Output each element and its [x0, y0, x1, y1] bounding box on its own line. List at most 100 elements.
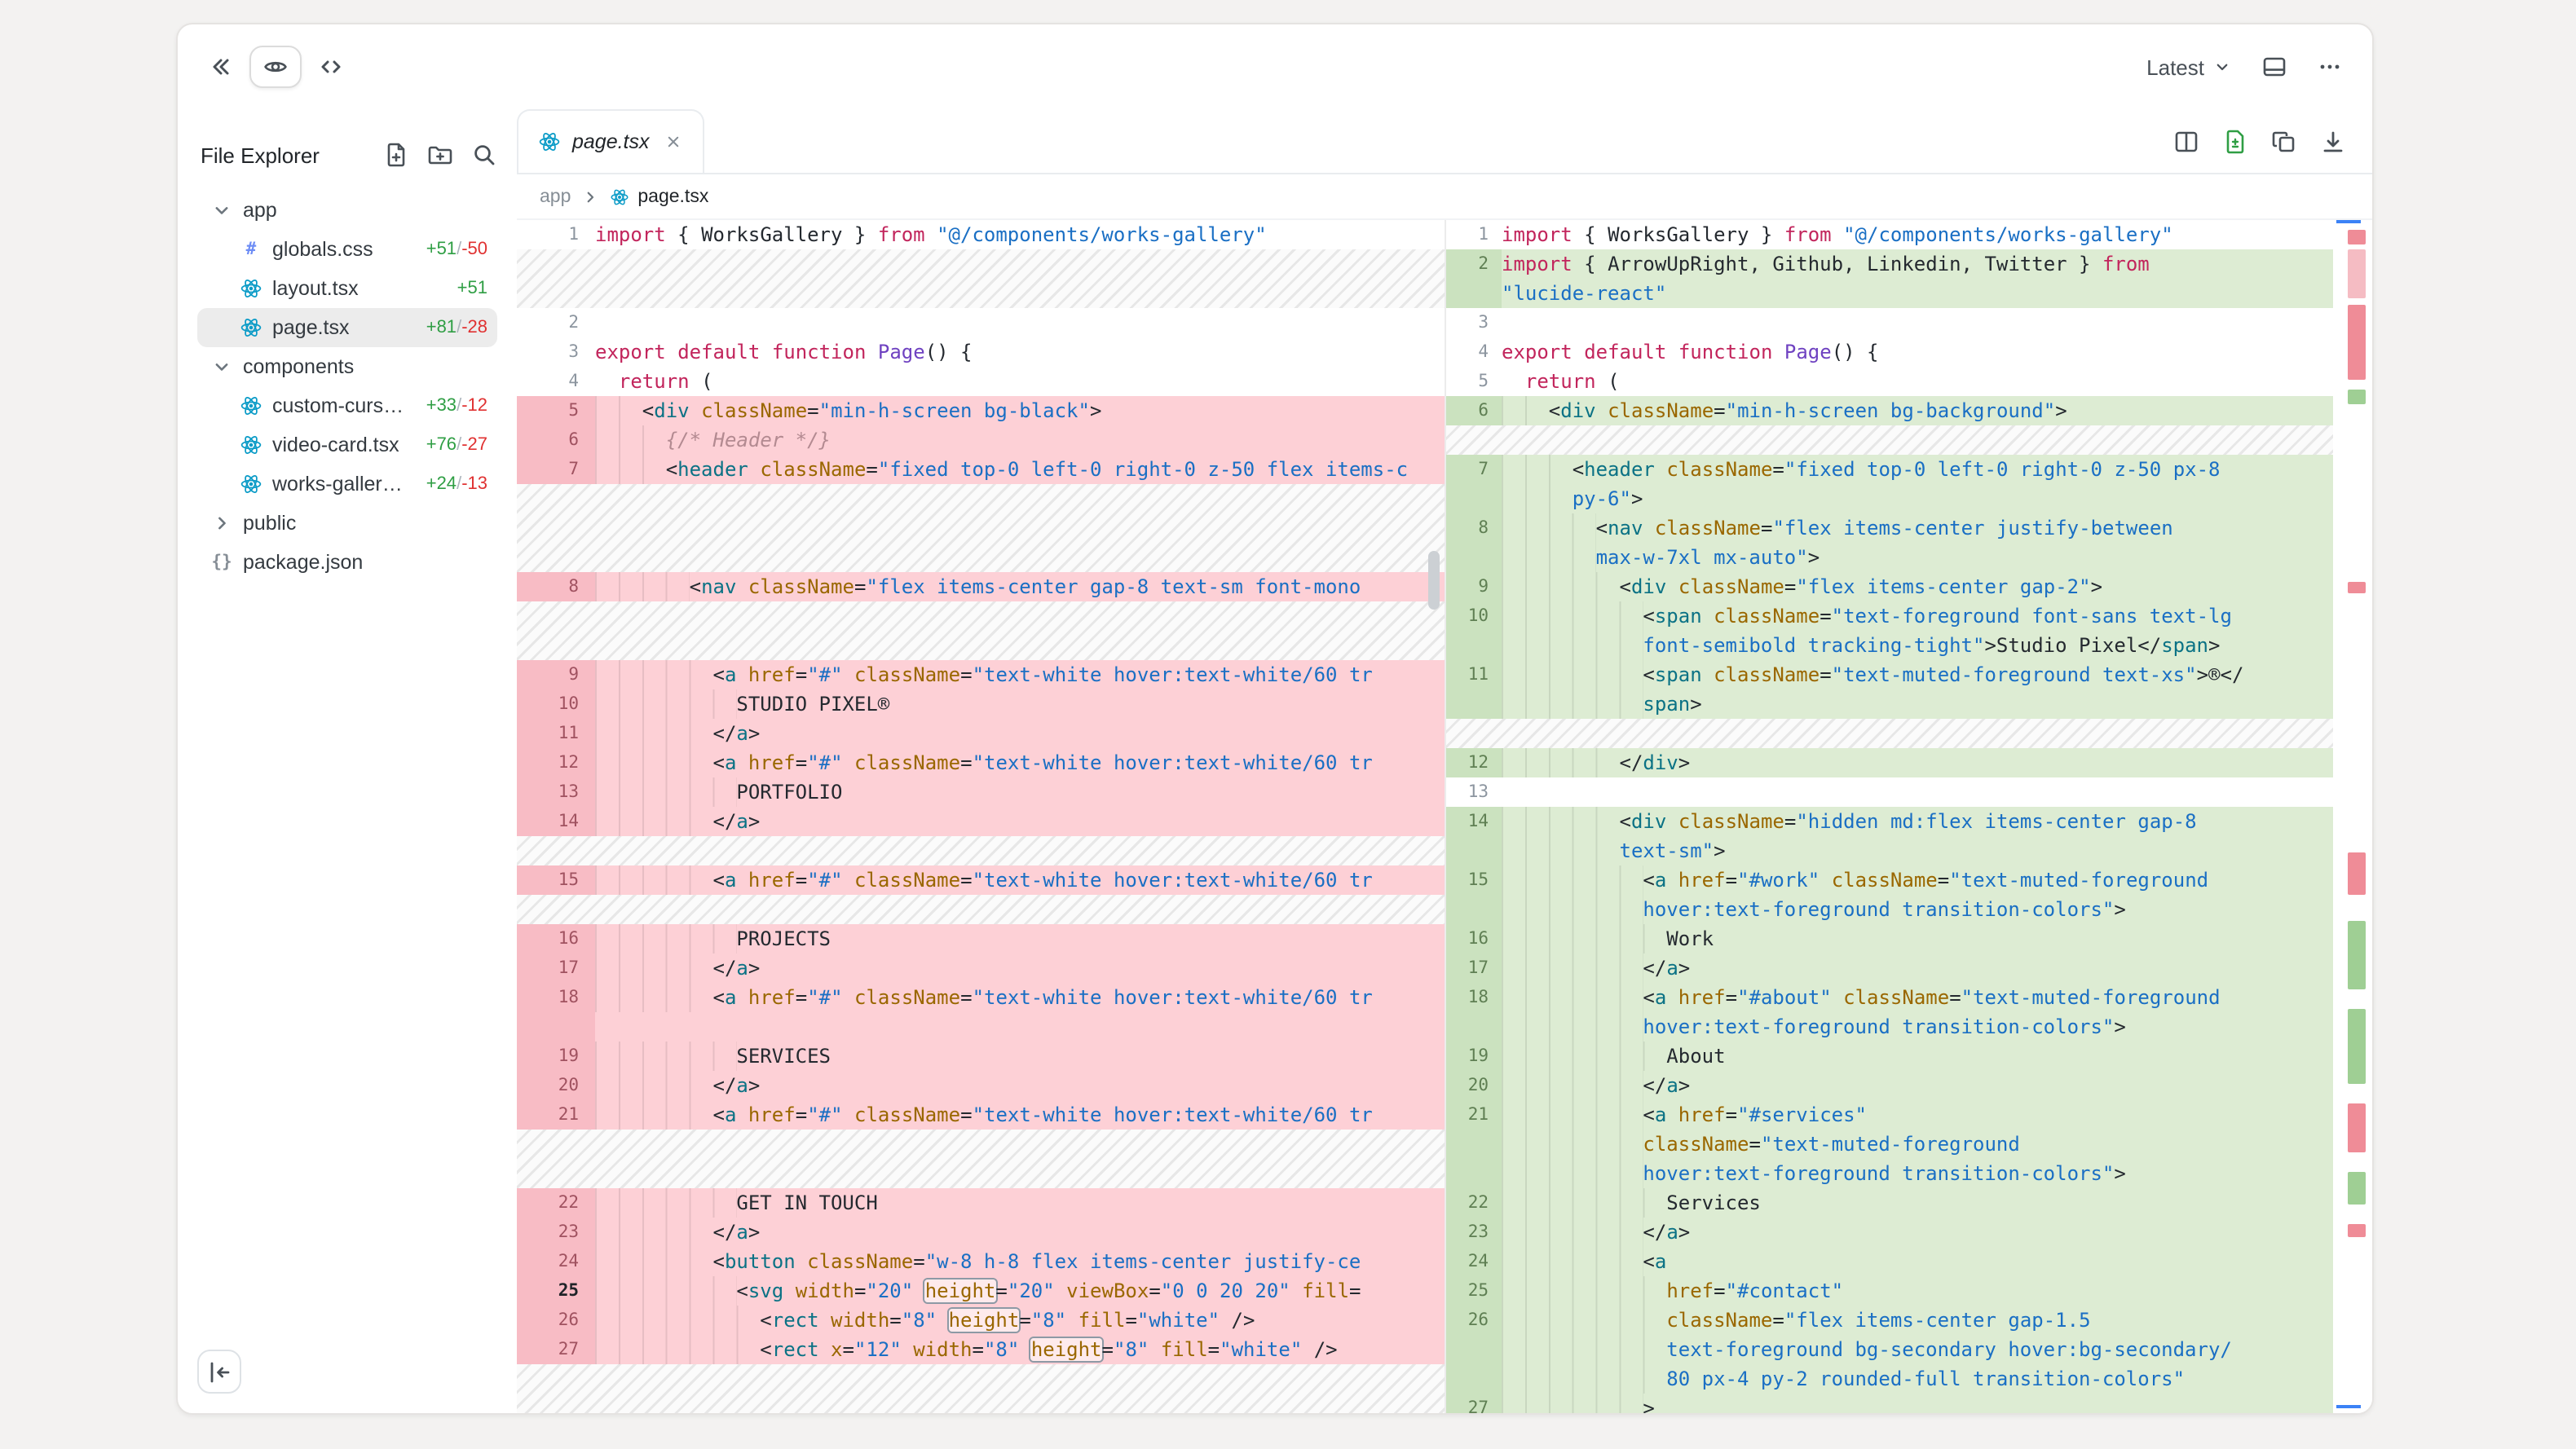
more-options-button[interactable] [2317, 54, 2343, 80]
code-line[interactable]: 22 GET IN TOUCH [517, 1188, 1445, 1218]
code-line[interactable]: 21 <a href="#" className="text-white hov… [517, 1100, 1445, 1130]
preview-toggle-button[interactable] [249, 46, 302, 88]
code-line[interactable]: "lucide-react" [1446, 279, 2333, 308]
code-line[interactable] [517, 1012, 1445, 1042]
file-item-page-tsx[interactable]: page.tsx+81/-28 [197, 308, 497, 347]
code-line[interactable]: 21 <a href="#services" [1446, 1100, 2333, 1130]
code-line[interactable]: 18 <a href="#about" className="text-mute… [1446, 983, 2333, 1012]
code-line[interactable]: span> [1446, 689, 2333, 719]
code-line[interactable]: font-semibold tracking-tight">Studio Pix… [1446, 631, 2333, 660]
code-line[interactable]: 3export default function Page() { [517, 337, 1445, 367]
code-line[interactable]: 19 About [1446, 1042, 2333, 1071]
file-item-works-galler-[interactable]: works-galler…+24/-13 [197, 465, 497, 504]
code-line[interactable]: 24 <a [1446, 1247, 2333, 1276]
code-line[interactable]: py-6"> [1446, 484, 2333, 513]
code-line[interactable]: 8 <nav className="flex items-center gap-… [517, 572, 1445, 601]
code-line[interactable]: 26 className="flex items-center gap-1.5 [1446, 1306, 2333, 1335]
code-line[interactable]: 15 <a href="#work" className="text-muted… [1446, 865, 2333, 895]
code-line[interactable]: 23 </a> [517, 1218, 1445, 1247]
collapse-panel-button[interactable] [207, 54, 233, 80]
code-line[interactable]: hover:text-foreground transition-colors"… [1446, 1159, 2333, 1188]
file-item-package-json[interactable]: {}package.json [197, 543, 497, 582]
download-file-button[interactable] [2320, 128, 2346, 154]
code-line[interactable]: 80 px-4 py-2 rounded-full transition-col… [1446, 1364, 2333, 1394]
folder-item-components[interactable]: components [197, 347, 497, 386]
code-line[interactable]: 8 <nav className="flex items-center just… [1446, 513, 2333, 543]
folder-item-public[interactable]: public [197, 504, 497, 543]
code-line[interactable]: 7 <header className="fixed top-0 left-0 … [517, 455, 1445, 484]
scrollbar-thumb[interactable] [1428, 551, 1440, 610]
code-line[interactable]: 26 <rect width="8" height="8" fill="whit… [517, 1306, 1445, 1335]
code-line[interactable]: 6 <div className="min-h-screen bg-backgr… [1446, 396, 2333, 425]
file-item-globals-css[interactable]: #globals.css+51/-50 [197, 230, 497, 269]
code-line[interactable]: 5 return ( [1446, 367, 2333, 396]
code-line[interactable]: 16 Work [1446, 924, 2333, 954]
code-line[interactable]: 12 </div> [1446, 748, 2333, 777]
code-line[interactable]: 5 <div className="min-h-screen bg-black"… [517, 396, 1445, 425]
code-line[interactable]: 17 </a> [517, 954, 1445, 983]
code-line[interactable]: text-foreground bg-secondary hover:bg-se… [1446, 1335, 2333, 1364]
code-line[interactable]: 14 </a> [517, 807, 1445, 836]
code-line[interactable]: 13 PORTFOLIO [517, 777, 1445, 807]
code-line[interactable]: 11 <span className="text-muted-foregroun… [1446, 660, 2333, 689]
code-line[interactable]: 4 return ( [517, 367, 1445, 396]
code-line[interactable]: 1import { WorksGallery } from "@/compone… [1446, 220, 2333, 249]
file-item-custom-curs-[interactable]: custom-curs…+33/-12 [197, 386, 497, 425]
new-file-button[interactable] [383, 142, 409, 168]
code-line[interactable]: 2import { ArrowUpRight, Github, Linkedin… [1446, 249, 2333, 279]
code-line[interactable]: 1import { WorksGallery } from "@/compone… [517, 220, 1445, 249]
code-line[interactable]: 10 STUDIO PIXEL® [517, 689, 1445, 719]
code-line[interactable]: hover:text-foreground transition-colors"… [1446, 895, 2333, 924]
tab-page-tsx[interactable]: page.tsx [517, 109, 705, 173]
browser-panel-button[interactable] [2261, 54, 2287, 80]
folder-item-app[interactable]: app [197, 191, 497, 230]
code-line[interactable]: text-sm"> [1446, 836, 2333, 865]
code-line[interactable]: 16 PROJECTS [517, 924, 1445, 954]
code-line[interactable]: 9 <a href="#" className="text-white hove… [517, 660, 1445, 689]
code-line[interactable]: 9 <div className="flex items-center gap-… [1446, 572, 2333, 601]
line-number: 2 [517, 308, 595, 337]
code-line[interactable]: 6 {/* Header */} [517, 425, 1445, 455]
version-selector[interactable]: Latest [2146, 55, 2232, 79]
code-line[interactable]: 20 </a> [1446, 1071, 2333, 1100]
code-line[interactable]: className="text-muted-foreground [1446, 1130, 2333, 1159]
code-line[interactable]: 15 <a href="#" className="text-white hov… [517, 865, 1445, 895]
breadcrumb-file[interactable]: page.tsx [610, 187, 708, 206]
code-line[interactable]: 23 </a> [1446, 1218, 2333, 1247]
code-line[interactable]: 4export default function Page() { [1446, 337, 2333, 367]
page: Latest File Explorer app#globals.css+51/ [0, 0, 2576, 1449]
indent-guides [1502, 631, 1643, 660]
code-line[interactable]: 7 <header className="fixed top-0 left-0 … [1446, 455, 2333, 484]
copy-file-button[interactable] [2271, 128, 2297, 154]
code-line[interactable]: max-w-7xl mx-auto"> [1446, 543, 2333, 572]
code-line[interactable]: 27 > [1446, 1394, 2333, 1413]
close-tab-button[interactable] [661, 129, 687, 155]
code-line[interactable]: 10 <span className="text-foreground font… [1446, 601, 2333, 631]
search-files-button[interactable] [471, 142, 497, 168]
code-toggle-button[interactable] [305, 46, 357, 88]
code-line[interactable]: 25 href="#contact" [1446, 1276, 2333, 1306]
code-line[interactable]: 11 </a> [517, 719, 1445, 748]
code-line[interactable]: 14 <div className="hidden md:flex items-… [1446, 807, 2333, 836]
code-line[interactable]: 2 [517, 308, 1445, 337]
file-item-video-card-tsx[interactable]: video-card.tsx+76/-27 [197, 425, 497, 465]
file-changes-button[interactable] [2222, 128, 2248, 154]
breadcrumb-root[interactable]: app [540, 187, 571, 206]
split-view-button[interactable] [2173, 128, 2199, 154]
code-line[interactable]: 12 <a href="#" className="text-white hov… [517, 748, 1445, 777]
file-item-layout-tsx[interactable]: layout.tsx+51 [197, 269, 497, 308]
code-line[interactable]: 24 <button className="w-8 h-8 flex items… [517, 1247, 1445, 1276]
code-line[interactable]: hover:text-foreground transition-colors"… [1446, 1012, 2333, 1042]
code-line[interactable]: 17 </a> [1446, 954, 2333, 983]
code-line[interactable]: 22 Services [1446, 1188, 2333, 1218]
code-line[interactable]: 13 [1446, 777, 2333, 807]
code-line[interactable]: 3 [1446, 308, 2333, 337]
collapse-sidebar-button[interactable] [197, 1350, 241, 1394]
minimap[interactable] [2333, 220, 2372, 1413]
code-line[interactable]: 19 SERVICES [517, 1042, 1445, 1071]
new-folder-button[interactable] [427, 142, 453, 168]
code-line[interactable]: 27 <rect x="12" width="8" height="8" fil… [517, 1335, 1445, 1364]
code-line[interactable]: 25 <svg width="20" height="20" viewBox="… [517, 1276, 1445, 1306]
code-line[interactable]: 20 </a> [517, 1071, 1445, 1100]
code-line[interactable]: 18 <a href="#" className="text-white hov… [517, 983, 1445, 1012]
